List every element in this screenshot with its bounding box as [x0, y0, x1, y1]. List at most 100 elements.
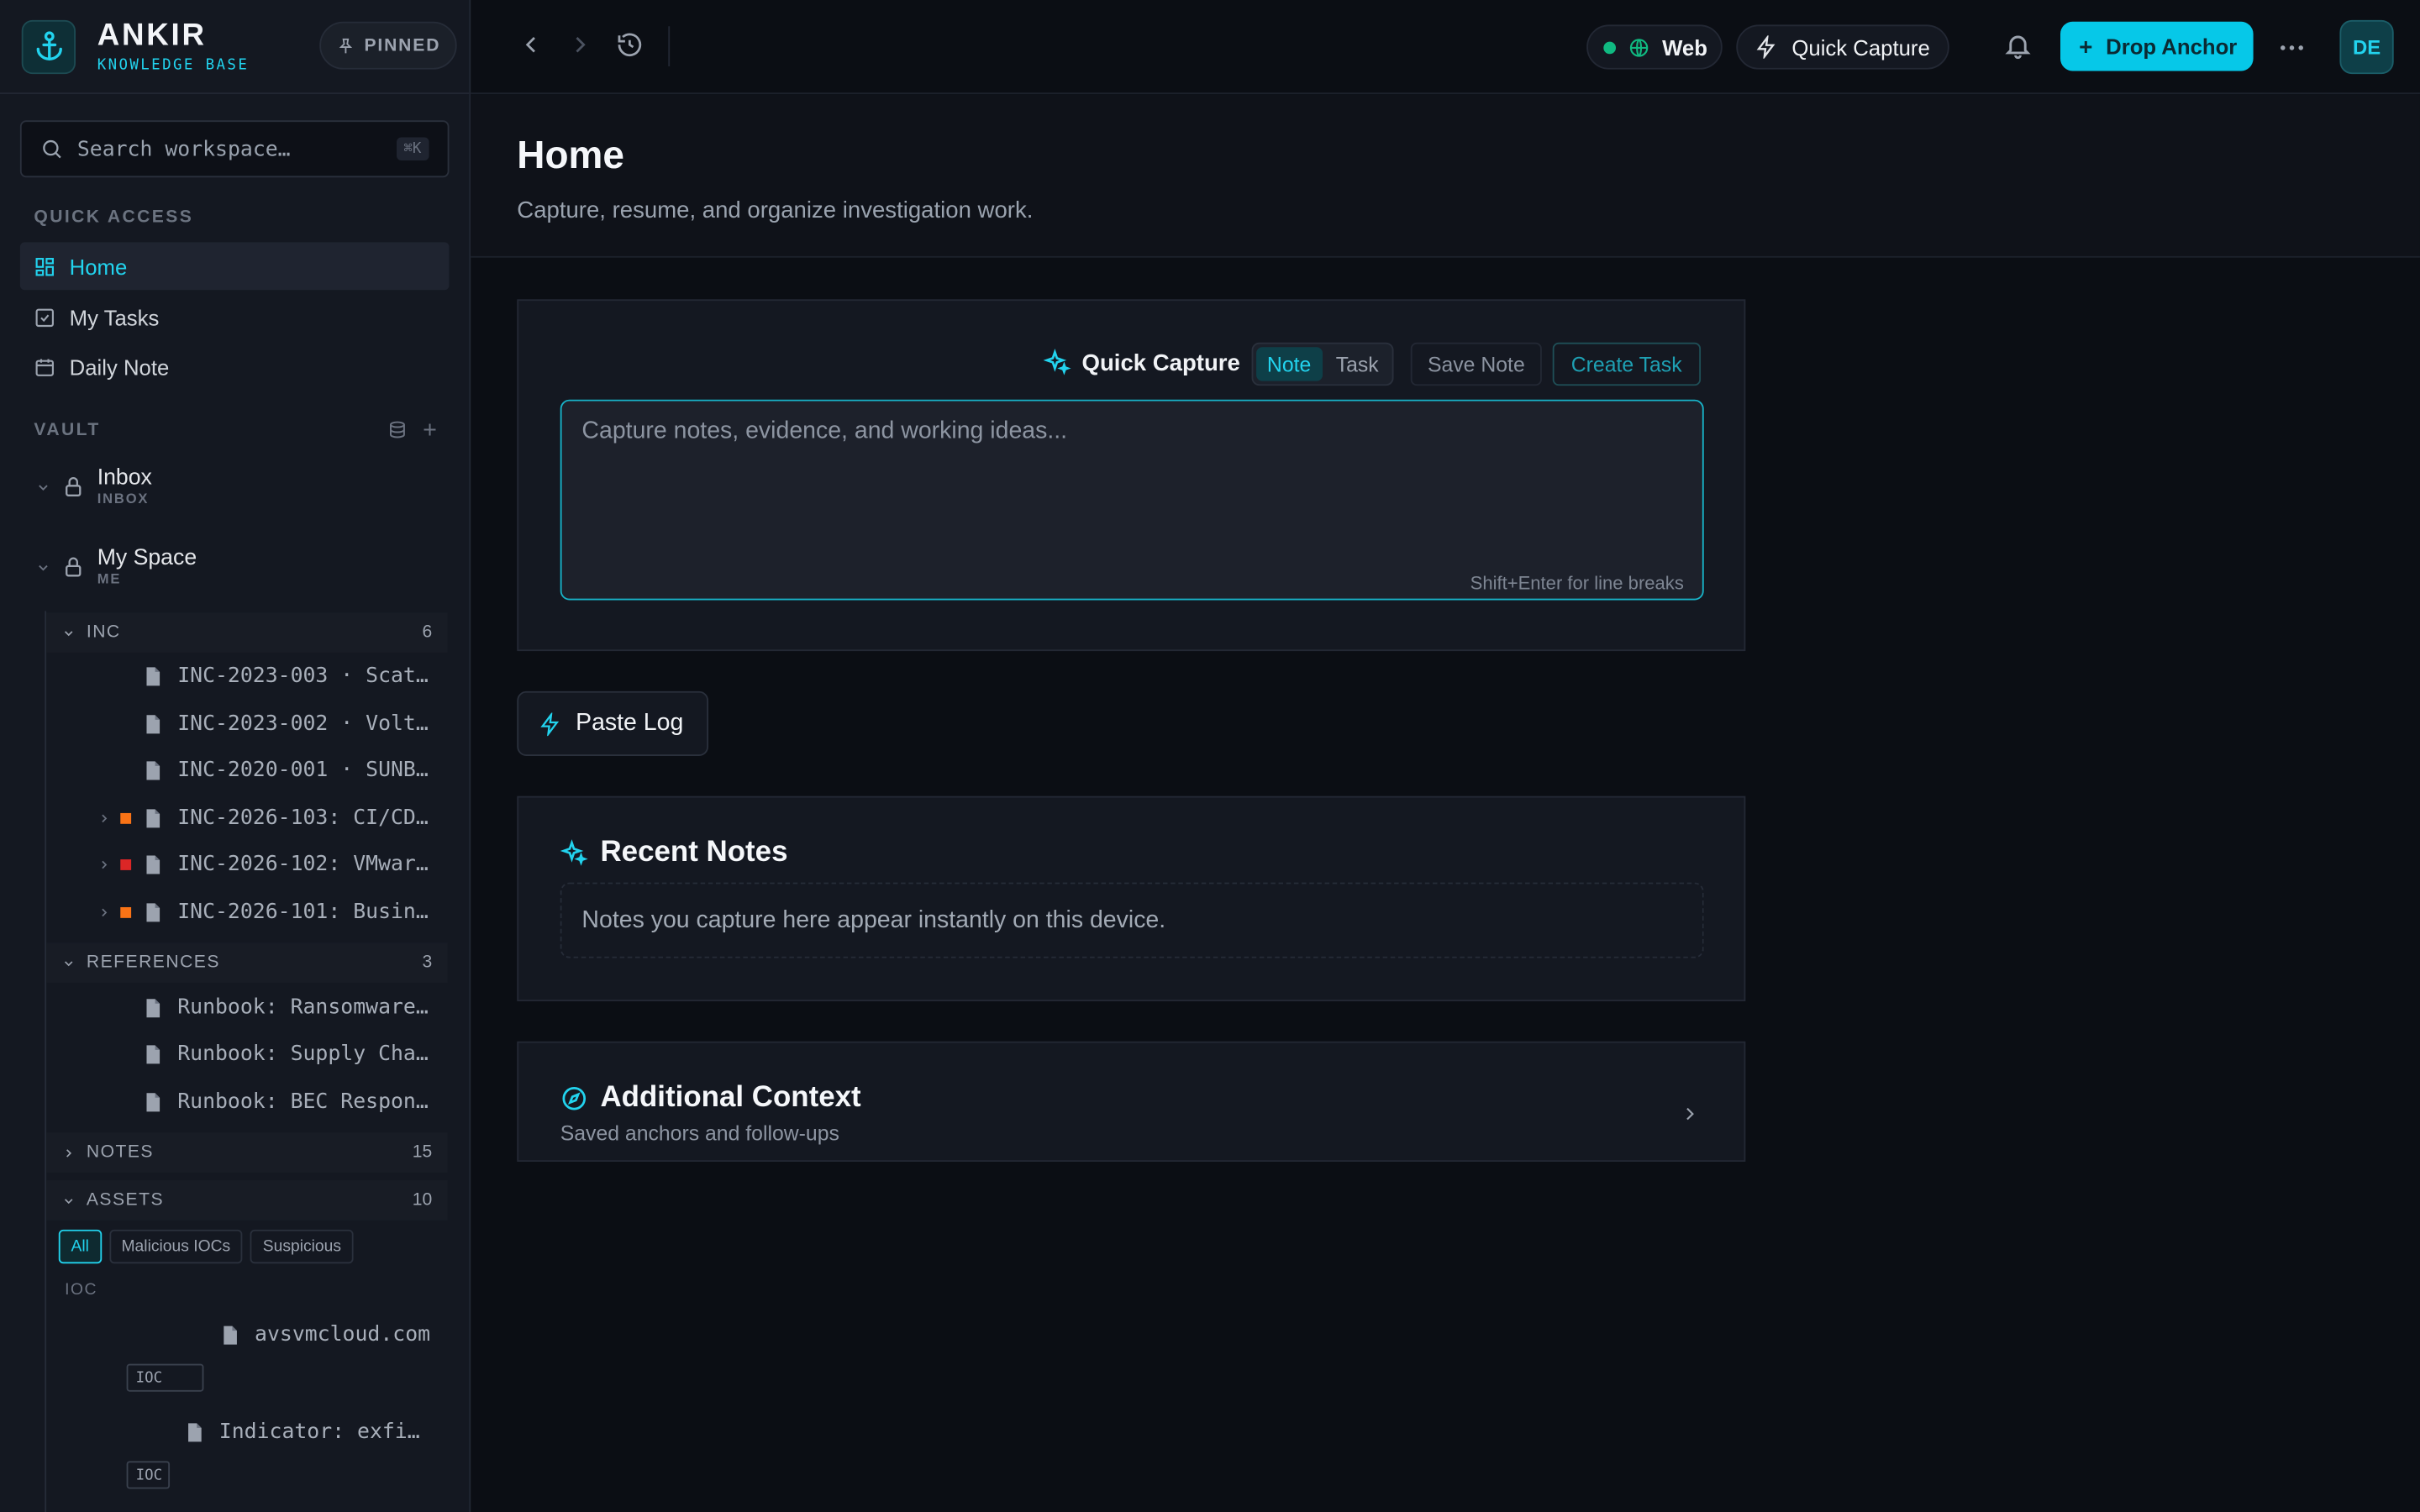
- sidebar: ANKIR KNOWLEDGE BASE PINNED Search works…: [0, 0, 471, 1512]
- group-count: 6: [422, 623, 433, 643]
- capture-mode-toggle: Note Task: [1251, 342, 1395, 386]
- file-label: INC-2026-103: CI/CD…: [177, 805, 429, 831]
- group-label: ASSETS: [86, 1190, 165, 1210]
- page-subtitle: Capture, resume, and organize investigat…: [517, 197, 1034, 224]
- drop-anchor-label: Drop Anchor: [2106, 34, 2238, 59]
- filter-malicious-iocs[interactable]: Malicious IOCs: [108, 1229, 243, 1264]
- document-icon: [146, 760, 160, 780]
- file-item[interactable]: INC-2026-101: Busin…: [46, 889, 448, 935]
- brand-name: ANKIR: [97, 18, 207, 53]
- document-icon: [146, 854, 160, 874]
- file-label: Runbook: Ransomware…: [177, 995, 429, 1021]
- top-bar: Web Quick Capture Drop Anchor DE: [471, 0, 2420, 95]
- grid-icon: [35, 257, 54, 276]
- search-shortcut: ⌘K: [396, 137, 429, 161]
- additional-context-card[interactable]: Additional Context Saved anchors and fol…: [517, 1041, 1746, 1163]
- group-inc[interactable]: INC 6: [46, 612, 448, 653]
- space-inbox[interactable]: Inbox INBOX: [34, 467, 152, 506]
- file-item[interactable]: INC-2023-002 · Volt…: [46, 701, 448, 747]
- lightning-icon: [1756, 35, 1776, 59]
- nav-home[interactable]: Home: [19, 242, 450, 291]
- quick-capture-button[interactable]: Quick Capture: [1736, 24, 1949, 70]
- group-label: INC: [86, 623, 121, 643]
- lock-icon: [66, 477, 82, 496]
- recent-notes-title: Recent Notes: [600, 836, 788, 869]
- save-note-button[interactable]: Save Note: [1410, 342, 1542, 386]
- document-icon: [146, 1044, 160, 1063]
- filter-suspicious[interactable]: Suspicious: [250, 1229, 354, 1264]
- additional-context-header: Additional Context: [560, 1082, 861, 1116]
- avatar[interactable]: DE: [2339, 19, 2394, 75]
- page-header: Home Capture, resume, and organize inves…: [471, 94, 2420, 258]
- file-item[interactable]: INC-2020-001 · SUNB…: [46, 747, 448, 793]
- asset-item[interactable]: Indicator: exfi…: [46, 1409, 448, 1455]
- file-label: INC-2026-101: Busin…: [177, 899, 429, 925]
- file-item[interactable]: Runbook: Ransomware…: [46, 984, 448, 1031]
- add-icon[interactable]: [420, 420, 440, 440]
- status-dot: [1603, 40, 1617, 54]
- capture-textarea[interactable]: Capture notes, evidence, and working ide…: [560, 399, 1704, 601]
- sparkle-icon: [1043, 349, 1071, 375]
- quick-capture-card: Quick Capture Note Task Save Note Create…: [517, 299, 1746, 652]
- file-label: Runbook: BEC Respon…: [177, 1089, 429, 1115]
- group-notes[interactable]: NOTES 15: [46, 1132, 448, 1173]
- checkbox-icon: [35, 307, 54, 327]
- more-icon[interactable]: [2276, 33, 2307, 64]
- chevron-right-icon[interactable]: [1679, 1103, 1701, 1125]
- file-item[interactable]: Runbook: BEC Respon…: [46, 1079, 448, 1125]
- drop-anchor-button[interactable]: Drop Anchor: [2060, 21, 2254, 71]
- nav-home-label: Home: [69, 254, 128, 279]
- additional-context-subtitle: Saved anchors and follow-ups: [560, 1121, 839, 1145]
- chevron-right-icon[interactable]: [97, 811, 111, 825]
- document-icon: [146, 1092, 160, 1111]
- bell-icon[interactable]: [2003, 31, 2033, 60]
- nav-my-tasks[interactable]: My Tasks: [20, 293, 450, 341]
- group-references[interactable]: REFERENCES 3: [46, 942, 448, 983]
- file-item[interactable]: INC-2023-003 · Scat…: [46, 653, 448, 699]
- group-label: NOTES: [86, 1142, 154, 1163]
- database-icon[interactable]: [387, 420, 408, 440]
- plus-icon: [2081, 40, 2093, 53]
- nav-daily-note[interactable]: Daily Note: [20, 343, 450, 391]
- chevron-down-icon: [64, 960, 73, 966]
- document-icon: [146, 902, 160, 921]
- space-sub: ME: [97, 570, 122, 586]
- mode-task[interactable]: Task: [1325, 347, 1390, 381]
- pinned-toggle[interactable]: PINNED: [319, 21, 458, 70]
- history-icon[interactable]: [616, 31, 644, 59]
- asset-item[interactable]: avsvmcloud.com: [46, 1311, 448, 1357]
- back-icon[interactable]: [517, 31, 544, 59]
- file-item[interactable]: INC-2026-102: VMwar…: [46, 841, 448, 887]
- file-item[interactable]: INC-2026-103: CI/CD…: [46, 795, 448, 841]
- file-item[interactable]: Runbook: Supply Cha…: [46, 1031, 448, 1077]
- status-pill[interactable]: Web: [1586, 24, 1723, 70]
- document-icon: [146, 714, 160, 733]
- quick-access-label: QUICK ACCESS: [34, 207, 194, 227]
- chevron-right-icon[interactable]: [97, 857, 111, 871]
- group-assets[interactable]: ASSETS 10: [46, 1180, 448, 1221]
- recent-notes-empty: Notes you capture here appear instantly …: [560, 882, 1704, 958]
- forward-icon[interactable]: [566, 31, 594, 59]
- additional-context-title: Additional Context: [600, 1081, 861, 1115]
- ioc-badge: IOC: [126, 1461, 171, 1489]
- search-input[interactable]: Search workspace… ⌘K: [19, 120, 450, 178]
- mode-note[interactable]: Note: [1256, 347, 1323, 381]
- file-label: INC-2020-001 · SUNB…: [177, 757, 429, 783]
- paste-log-button[interactable]: Paste Log: [517, 690, 709, 756]
- space-name: My Space: [97, 546, 197, 571]
- group-label: REFERENCES: [86, 953, 220, 973]
- asset-subgroup-label: IOC: [65, 1280, 97, 1299]
- chevron-down-icon: [39, 564, 48, 570]
- chevron-right-icon[interactable]: [97, 905, 111, 919]
- asset-label: avsvmcloud.com: [255, 1322, 431, 1347]
- filter-all[interactable]: All: [58, 1229, 102, 1264]
- nav-my-tasks-label: My Tasks: [69, 304, 160, 330]
- ioc-badge: IOC: [126, 1363, 204, 1392]
- group-count: 10: [412, 1190, 433, 1210]
- search-icon: [43, 139, 61, 159]
- space-my-space[interactable]: My Space ME: [34, 546, 197, 586]
- anchor-logo-icon[interactable]: [21, 18, 76, 74]
- create-task-button[interactable]: Create Task: [1552, 342, 1701, 386]
- quick-capture-label: Quick Capture: [1791, 34, 1930, 60]
- vault-label: VAULT: [34, 421, 101, 440]
